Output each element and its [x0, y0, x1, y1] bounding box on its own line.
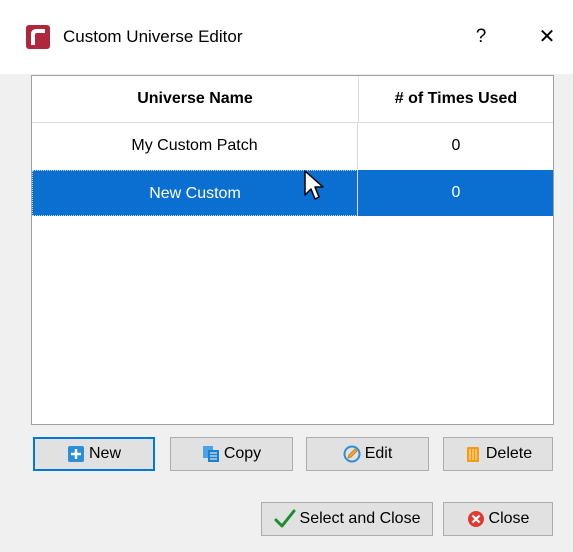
universe-name-cell[interactable]: My Custom Patch: [32, 123, 358, 169]
table-row[interactable]: My Custom Patch 0: [32, 123, 553, 169]
edit-icon: [343, 445, 361, 463]
copy-button[interactable]: Copy: [170, 437, 293, 471]
universe-table[interactable]: Universe Name # of Times Used My Custom …: [31, 75, 554, 425]
title-bar[interactable]: Custom Universe Editor ? ✕: [0, 0, 573, 74]
help-button[interactable]: ?: [462, 20, 500, 54]
mouse-pointer-icon: [304, 170, 324, 200]
new-button-label: New: [88, 445, 121, 462]
window-close-button[interactable]: ✕: [528, 20, 566, 54]
select-and-close-button[interactable]: Select and Close: [261, 502, 433, 536]
new-button[interactable]: New: [33, 437, 155, 471]
close-circle-icon: [467, 511, 484, 527]
new-document-icon: [67, 446, 84, 462]
delete-button[interactable]: Delete: [443, 437, 553, 471]
times-used-cell[interactable]: 0: [359, 170, 553, 216]
close-button[interactable]: Close: [443, 502, 553, 536]
checkmark-icon: [274, 509, 296, 528]
window-title: Custom Universe Editor: [63, 27, 243, 46]
column-header-universe-name[interactable]: Universe Name: [32, 76, 359, 122]
close-button-label: Close: [488, 510, 530, 527]
table-row-selected[interactable]: New Custom 0: [32, 170, 553, 216]
times-used-cell[interactable]: 0: [359, 123, 553, 169]
edit-button[interactable]: Edit: [306, 437, 429, 471]
edit-button-label: Edit: [364, 445, 393, 462]
select-and-close-button-label: Select and Close: [299, 510, 421, 527]
table-header: Universe Name # of Times Used: [32, 76, 553, 123]
column-header-times-used[interactable]: # of Times Used: [359, 76, 553, 122]
delete-icon: [466, 447, 479, 462]
custom-universe-editor-dialog: Custom Universe Editor ? ✕ Universe Name…: [0, 0, 574, 552]
copy-icon: [202, 446, 219, 462]
copy-button-label: Copy: [223, 445, 262, 462]
app-logo-icon: [26, 25, 50, 49]
delete-button-label: Delete: [485, 445, 533, 462]
